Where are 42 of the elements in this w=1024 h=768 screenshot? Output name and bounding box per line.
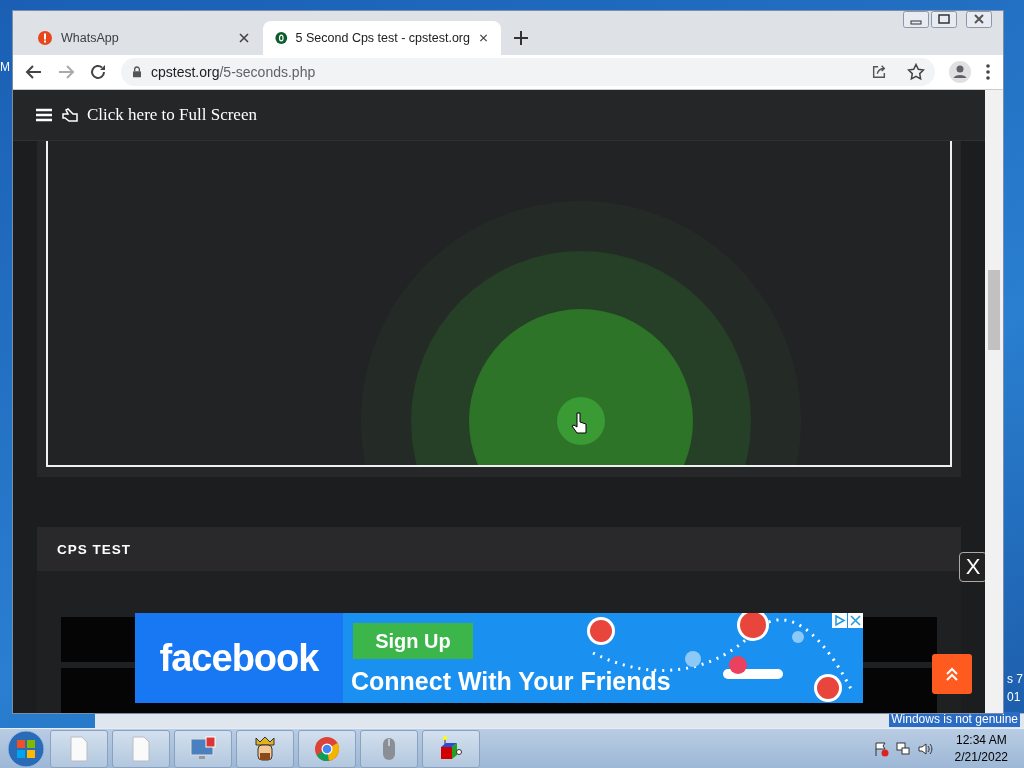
new-tab-icon[interactable] <box>511 28 531 48</box>
desktop-text: s 7 <box>1007 672 1023 686</box>
maximize-icon[interactable] <box>931 11 957 28</box>
close-ad-button[interactable]: X <box>959 552 985 582</box>
browser-tab[interactable]: 5 Second Cps test - cpstest.org <box>263 21 501 55</box>
taskbar-button[interactable] <box>298 729 356 768</box>
share-icon[interactable] <box>871 64 887 80</box>
double-chevron-icon <box>944 666 960 682</box>
taskbar-button[interactable] <box>236 729 294 768</box>
card-title: CPS TEST <box>57 541 131 557</box>
clock[interactable]: 12:34 AM 2/21/2022 <box>954 731 1008 766</box>
minimize-icon[interactable] <box>903 11 929 28</box>
star-icon[interactable] <box>907 63 925 81</box>
flag-icon[interactable] <box>872 740 889 757</box>
speaker-icon[interactable] <box>916 740 933 757</box>
fullscreen-link[interactable]: Click here to Full Screen <box>87 105 257 125</box>
network-icon[interactable] <box>894 740 911 757</box>
clock-time: 12:34 AM <box>955 731 1007 749</box>
ad-headline: Connect With Your Friends <box>351 667 671 696</box>
menu-icon[interactable] <box>35 106 53 124</box>
alert-icon <box>37 30 53 46</box>
scroll-top-button[interactable] <box>932 654 972 694</box>
taskbar-button[interactable] <box>174 729 232 768</box>
desktop-text: M <box>0 60 10 74</box>
lock-icon <box>131 65 143 79</box>
chrome-icon <box>313 734 341 763</box>
address-field[interactable]: cpstest.org/5-seconds.php <box>121 58 935 86</box>
profile-icon[interactable] <box>949 61 971 83</box>
site-icon <box>275 30 288 46</box>
clock-date: 2/21/2022 <box>954 748 1008 766</box>
close-icon[interactable] <box>237 31 251 45</box>
pointing-hand-icon <box>61 106 79 124</box>
start-button[interactable] <box>6 728 46 768</box>
back-icon[interactable] <box>25 63 43 81</box>
menu-icon[interactable] <box>985 63 991 81</box>
taskbar-button[interactable] <box>422 729 480 768</box>
hand-cursor-icon <box>571 412 587 434</box>
browser-tab[interactable]: WhatsApp <box>25 21 263 55</box>
desktop-text: 01 <box>1007 690 1021 704</box>
ad-brand: facebook <box>159 636 319 680</box>
ad-info-icon[interactable] <box>832 613 847 628</box>
reload-icon[interactable] <box>89 63 107 81</box>
